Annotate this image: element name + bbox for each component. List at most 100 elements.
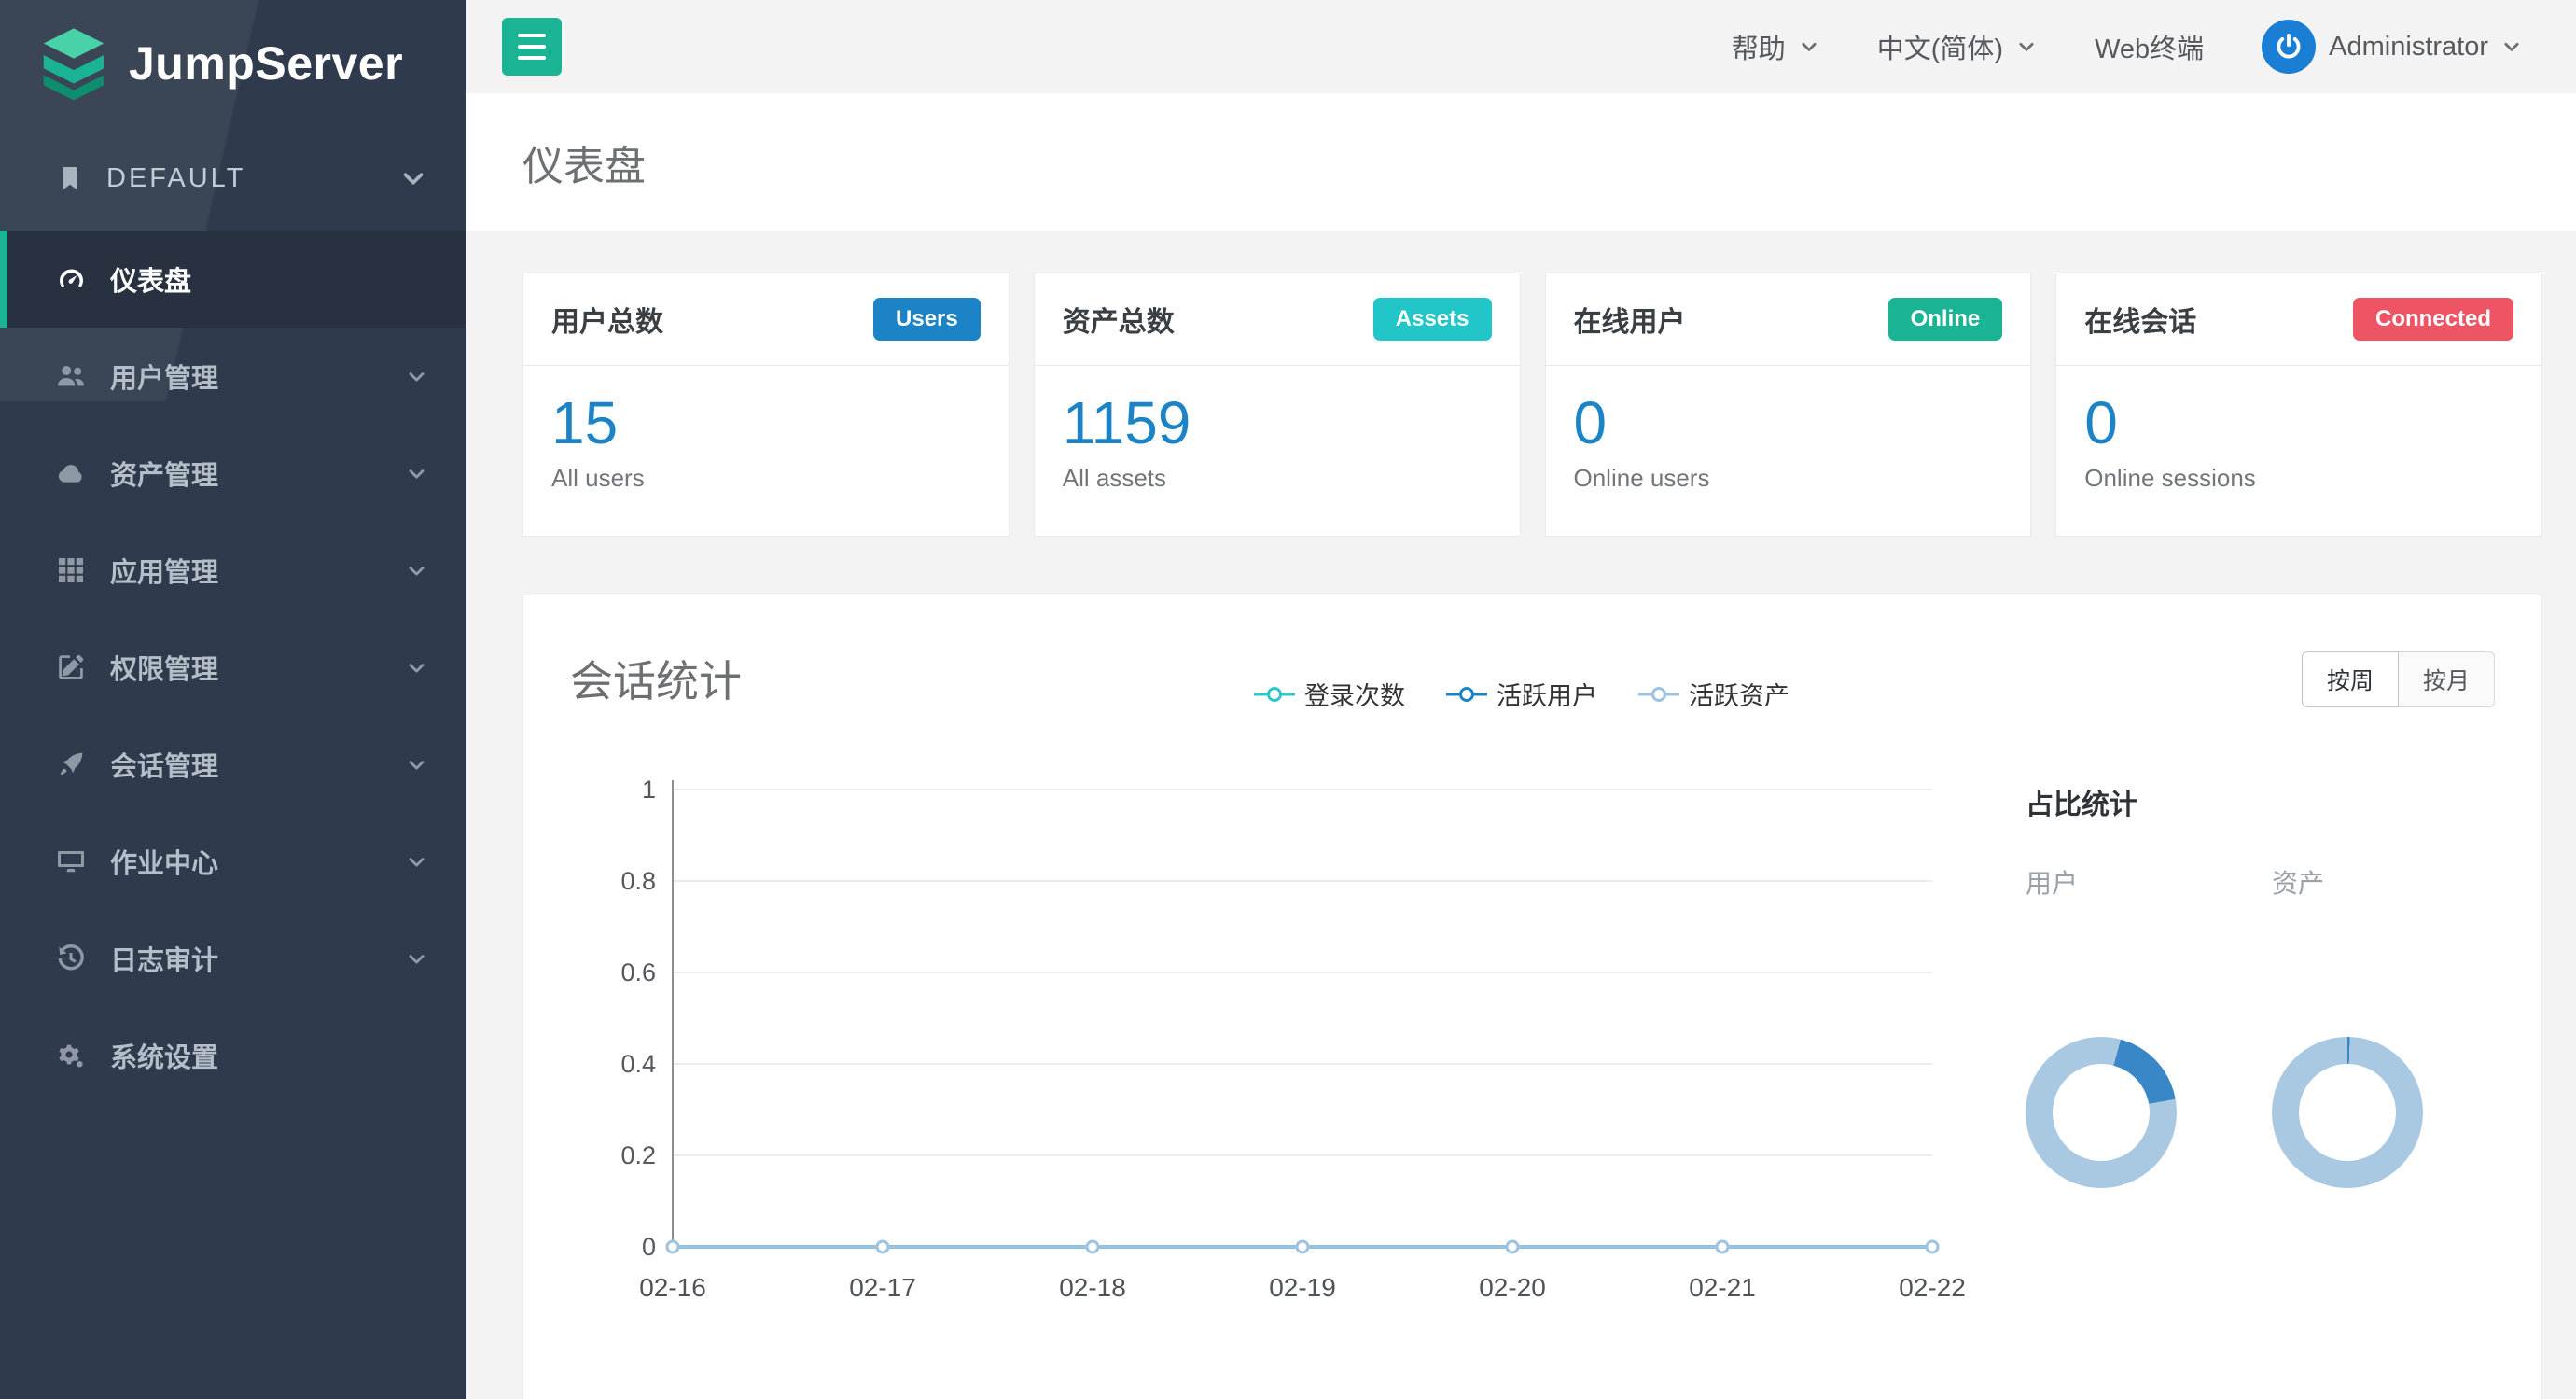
sidebar-item-label: 仪表盘 <box>110 259 191 299</box>
card-body: 15All users <box>523 366 1009 536</box>
sidebar-item-job-center[interactable]: 作业中心 <box>0 813 466 910</box>
history-icon <box>56 944 86 973</box>
summary-card-total-users: 用户总数Users15All users <box>522 273 1010 537</box>
help-menu[interactable]: 帮助 <box>1732 27 1819 66</box>
legend-item[interactable]: 活跃用户 <box>1446 676 1597 712</box>
card-subtitle: All assets <box>1063 464 1492 493</box>
user-menu[interactable]: Administrator <box>2262 20 2522 74</box>
rocket-icon <box>56 749 86 779</box>
sidebar-item-label: 系统设置 <box>110 1036 218 1075</box>
legend-item[interactable]: 活跃资产 <box>1638 676 1789 712</box>
chevron-down-icon <box>406 948 427 970</box>
svg-text:02-21: 02-21 <box>1689 1273 1756 1302</box>
card-title: 在线用户 <box>1574 299 1686 340</box>
summary-card-online-users: 在线用户 Online 0 Online users <box>1545 273 2032 537</box>
card-subtitle: Online sessions <box>2084 464 2513 493</box>
sidebar: JumpServer DEFAULT 仪表盘用户管理资产管理应用管理权限管理会话… <box>0 0 466 1399</box>
session-line-chart: 00.20.40.60.8102-1602-1702-1802-1902-200… <box>570 766 1970 1326</box>
avatar[interactable] <box>2262 20 2316 74</box>
language-label: 中文(简体) <box>1877 27 2003 66</box>
chevron-down-icon <box>1799 36 1819 57</box>
terminal-icon <box>56 846 86 876</box>
web-terminal-link[interactable]: Web终端 <box>2095 27 2204 66</box>
card-subtitle: Online users <box>1574 464 2003 493</box>
chevron-down-icon <box>406 657 427 679</box>
svg-text:0.2: 0.2 <box>620 1141 656 1169</box>
session-panel-body: 00.20.40.60.8102-1602-1702-1802-1902-200… <box>570 738 2495 1326</box>
language-menu[interactable]: 中文(简体) <box>1877 27 2037 66</box>
svg-text:02-18: 02-18 <box>1059 1273 1126 1302</box>
summary-card-total-assets: 资产总数Assets1159All assets <box>1034 273 1521 537</box>
donut-charts: 用户 资产 <box>2026 863 2495 1188</box>
card-title: 用户总数 <box>551 299 663 340</box>
chevron-down-icon <box>406 754 427 776</box>
sidebar-item-log-audit[interactable]: 日志审计 <box>0 910 466 1007</box>
svg-text:0.6: 0.6 <box>620 958 656 986</box>
help-label: 帮助 <box>1732 27 1786 66</box>
ratio-label-assets: 资产 <box>2272 863 2432 901</box>
sidebar-menu: 仪表盘用户管理资产管理应用管理权限管理会话管理作业中心日志审计系统设置 <box>0 231 466 1104</box>
sidebar-item-dashboard[interactable]: 仪表盘 <box>0 231 466 328</box>
svg-text:02-16: 02-16 <box>639 1273 706 1302</box>
page-header: 仪表盘 <box>466 93 2576 231</box>
range-button-week[interactable]: 按周 <box>2302 651 2399 707</box>
sidebar-item-label: 会话管理 <box>110 745 218 784</box>
svg-text:02-20: 02-20 <box>1479 1273 1546 1302</box>
sidebar-toggle-button[interactable] <box>502 18 562 76</box>
gears-icon <box>56 1041 86 1070</box>
svg-text:02-22: 02-22 <box>1899 1273 1966 1302</box>
sidebar-item-label: 权限管理 <box>110 648 218 687</box>
chevron-down-icon <box>2016 36 2037 57</box>
main-area: 帮助 中文(简体) Web终端 Adminis <box>466 0 2576 1399</box>
card-badge: Assets <box>1373 298 1492 341</box>
org-label: DEFAULT <box>106 163 245 194</box>
chevron-down-icon <box>399 164 427 192</box>
sidebar-item-label: 资产管理 <box>110 454 218 493</box>
jumpserver-logo-icon <box>34 23 114 104</box>
legend-marker-icon <box>1446 685 1487 704</box>
card-value: 0 <box>1574 392 2003 455</box>
users-icon <box>56 361 86 391</box>
topbar: 帮助 中文(简体) Web终端 Adminis <box>466 0 2576 93</box>
range-button-month[interactable]: 按月 <box>2399 651 2495 707</box>
sidebar-item-applications[interactable]: 应用管理 <box>0 522 466 619</box>
session-panel-title: 会话统计 <box>570 648 742 709</box>
legend-marker-icon <box>1254 685 1295 704</box>
card-header: 在线会话Connected <box>2056 273 2541 366</box>
ratio-section: 占比统计 用户资产 <box>1986 738 2495 1326</box>
chevron-down-icon <box>406 463 427 484</box>
legend-label: 活跃用户 <box>1497 676 1597 712</box>
ratio-label-users: 用户 <box>2026 863 2186 901</box>
gauge-icon <box>56 264 86 294</box>
web-terminal-label: Web终端 <box>2095 27 2204 66</box>
legend-label: 登录次数 <box>1304 676 1405 712</box>
summary-card-online-sessions: 在线会话Connected0Online sessions <box>2055 273 2542 537</box>
chevron-down-icon <box>406 560 427 581</box>
summary-cards-row: 用户总数Users15All users资产总数Assets1159All as… <box>522 273 2542 537</box>
svg-text:0.8: 0.8 <box>620 867 656 895</box>
sidebar-item-permissions[interactable]: 权限管理 <box>0 619 466 716</box>
sidebar-item-system-settings[interactable]: 系统设置 <box>0 1007 466 1104</box>
sidebar-item-label: 作业中心 <box>110 842 218 881</box>
logo[interactable]: JumpServer <box>0 0 466 126</box>
username: Administrator <box>2329 32 2488 63</box>
session-panel-header: 会话统计 登录次数 活跃用户 活跃资产 按周按月 <box>570 648 2495 712</box>
sidebar-item-assets[interactable]: 资产管理 <box>0 425 466 522</box>
legend-item[interactable]: 登录次数 <box>1254 676 1405 712</box>
logo-text: JumpServer <box>129 36 403 91</box>
card-badge: Online <box>1888 298 2003 341</box>
card-body: 0Online sessions <box>2056 366 2541 536</box>
card-subtitle: All users <box>551 464 981 493</box>
legend-label: 活跃资产 <box>1689 676 1789 712</box>
range-toggle: 按周按月 <box>2302 651 2495 707</box>
chevron-down-icon <box>406 851 427 873</box>
topbar-right: 帮助 中文(简体) Web终端 Adminis <box>1732 20 2522 74</box>
svg-text:0.4: 0.4 <box>620 1050 656 1078</box>
chart-legend: 登录次数 活跃用户 活跃资产 <box>1254 676 1789 712</box>
org-selector[interactable]: DEFAULT <box>0 126 466 231</box>
svg-text:02-17: 02-17 <box>849 1273 916 1302</box>
sidebar-item-users[interactable]: 用户管理 <box>0 328 466 425</box>
sidebar-item-sessions[interactable]: 会话管理 <box>0 716 466 813</box>
cloud-icon <box>56 458 86 488</box>
chevron-down-icon <box>406 366 427 387</box>
